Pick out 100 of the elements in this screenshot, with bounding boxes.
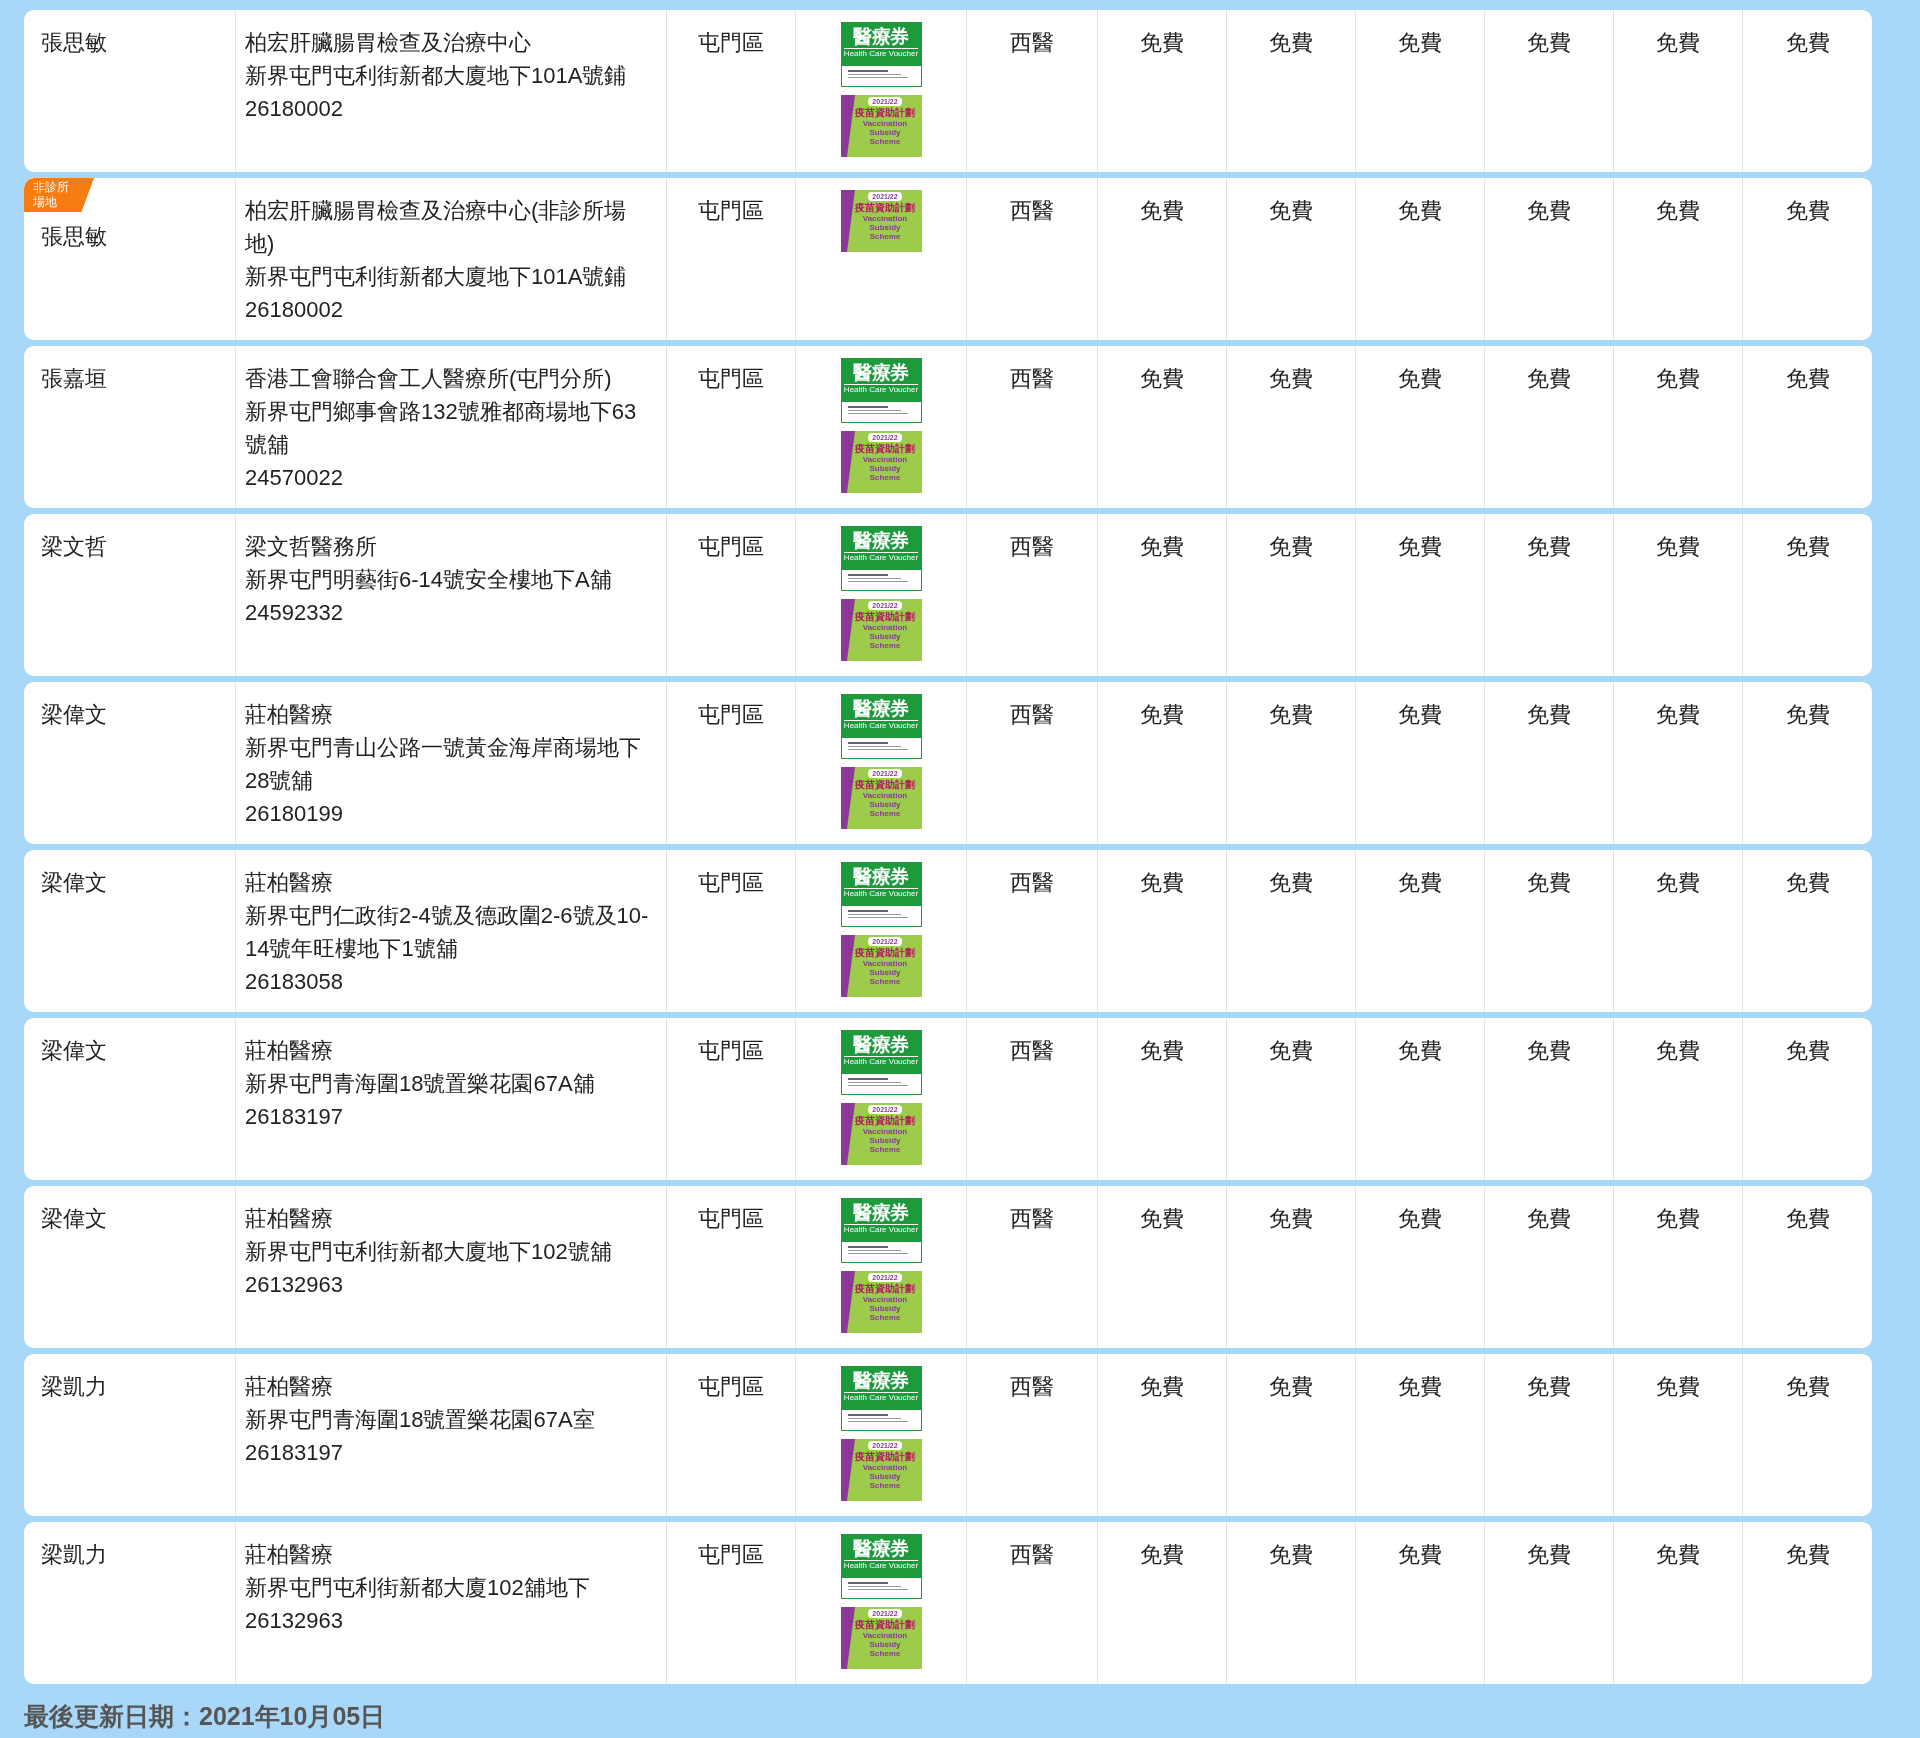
clinic-info: 新界屯門屯利街新都大廈102舖地下 bbox=[245, 1574, 591, 1602]
clinic-info: 新界屯門屯利街新都大廈地下101A號鋪 bbox=[245, 263, 628, 291]
logo-subtitle: Vaccination Subsidy Scheme bbox=[861, 1463, 909, 1490]
logo-title: 醫療券 bbox=[853, 362, 909, 384]
logo-title: 疫苗資助計劃 bbox=[855, 1114, 915, 1127]
logo-title: 疫苗資助計劃 bbox=[855, 1618, 915, 1631]
table-cell-text: 免費 bbox=[1656, 869, 1700, 897]
clinic-info: 26180199 bbox=[245, 800, 344, 828]
logo-subtitle: Vaccination Subsidy Scheme bbox=[861, 1631, 909, 1658]
table-cell-text: 免費 bbox=[1269, 1205, 1313, 1233]
table-cell-text: 免費 bbox=[1785, 701, 1830, 729]
district: 屯門區 bbox=[698, 1541, 764, 1569]
clinic-info: 24592332 bbox=[245, 599, 344, 627]
clinic-info: 莊柏醫療 bbox=[245, 701, 334, 729]
clinic-info: 新界屯門鄉事會路132號雅都商場地下63號舖 bbox=[245, 398, 638, 459]
logo-title: 疫苗資助計劃 bbox=[855, 442, 915, 455]
logo-subtitle: Vaccination Subsidy Scheme bbox=[861, 1127, 909, 1154]
clinic-info: 26180002 bbox=[245, 296, 344, 324]
table-cell-text: 西醫 bbox=[1010, 29, 1054, 57]
table-cell-text: 免費 bbox=[1140, 1541, 1184, 1569]
logo-title: 疫苗資助計劃 bbox=[855, 946, 915, 959]
district: 屯門區 bbox=[698, 1373, 764, 1401]
logo-subtitle: Health Care Voucher bbox=[843, 1560, 919, 1571]
table-cell-text: 免費 bbox=[1656, 1037, 1700, 1065]
table-cell-text: 免費 bbox=[1398, 1373, 1442, 1401]
clinic-info: 26183058 bbox=[245, 968, 344, 996]
logo-title: 疫苗資助計劃 bbox=[855, 1450, 915, 1463]
logo-subtitle: Health Care Voucher bbox=[843, 1056, 919, 1067]
logo-subtitle: Health Care Voucher bbox=[843, 720, 919, 731]
table-cell-text: 免費 bbox=[1140, 533, 1184, 561]
table-cell-text: 西醫 bbox=[1010, 1541, 1054, 1569]
clinic-info: 香港工會聯合會工人醫療所(屯門分所) bbox=[245, 365, 613, 393]
table-cell-text: 免費 bbox=[1656, 197, 1700, 225]
table-cell-text: 免費 bbox=[1398, 1541, 1442, 1569]
table-cell-text: 免費 bbox=[1785, 533, 1830, 561]
logo-subtitle: Vaccination Subsidy Scheme bbox=[861, 119, 909, 146]
logo-subtitle: Vaccination Subsidy Scheme bbox=[861, 959, 909, 986]
logo-subtitle: Health Care Voucher bbox=[843, 1392, 919, 1403]
clinic-info: 新界屯門青山公路一號黃金海岸商場地下28號舖 bbox=[245, 734, 642, 795]
logo-title: 疫苗資助計劃 bbox=[855, 778, 915, 791]
table-cell-text: 免費 bbox=[1527, 1205, 1571, 1233]
logo-title: 醫療券 bbox=[853, 698, 909, 720]
table-cell-text: 西醫 bbox=[1010, 1205, 1054, 1233]
district: 屯門區 bbox=[698, 869, 764, 897]
table-cell-text: 免費 bbox=[1398, 701, 1442, 729]
logo-subtitle: Health Care Voucher bbox=[843, 384, 919, 395]
logo-title: 醫療券 bbox=[853, 1370, 909, 1392]
clinic-info: 26183197 bbox=[245, 1439, 344, 1467]
clinic-info: 26132963 bbox=[245, 1607, 344, 1635]
doctor-name: 梁凱力 bbox=[40, 1541, 108, 1569]
table-cell-text: 免費 bbox=[1269, 701, 1313, 729]
table-cell-text: 免費 bbox=[1140, 869, 1184, 897]
clinic-info: 新界屯門屯利街新都大廈地下101A號鋪 bbox=[245, 62, 628, 90]
logo-title: 疫苗資助計劃 bbox=[855, 610, 915, 623]
doctor-name: 梁偉文 bbox=[40, 869, 108, 897]
table-cell-text: 免費 bbox=[1527, 29, 1571, 57]
table-cell-text: 免費 bbox=[1398, 1205, 1442, 1233]
logo-title: 疫苗資助計劃 bbox=[855, 201, 915, 214]
table-cell-text: 免費 bbox=[1398, 1037, 1442, 1065]
logo-title: 疫苗資助計劃 bbox=[855, 106, 915, 119]
table-cell-text: 免費 bbox=[1140, 1037, 1184, 1065]
table-cell-text: 免費 bbox=[1656, 1541, 1700, 1569]
district: 屯門區 bbox=[698, 1037, 764, 1065]
clinic-info: 新界屯門青海圍18號置樂花園67A室 bbox=[245, 1406, 596, 1434]
table-cell-text: 免費 bbox=[1398, 365, 1442, 393]
clinic-info: 莊柏醫療 bbox=[245, 1205, 334, 1233]
logo-title: 醫療券 bbox=[853, 1202, 909, 1224]
table-cell-text: 免費 bbox=[1398, 533, 1442, 561]
logo-subtitle: Vaccination Subsidy Scheme bbox=[861, 791, 909, 818]
logo-title: 醫療券 bbox=[853, 866, 909, 888]
clinic-info: 莊柏醫療 bbox=[245, 1373, 334, 1401]
clinic-info: 莊柏醫療 bbox=[245, 869, 334, 897]
table-cell-text: 免費 bbox=[1527, 365, 1571, 393]
table-cell-text: 免費 bbox=[1527, 1037, 1571, 1065]
clinic-info: 新界屯門仁政街2-4號及德政圍2-6號及10-14號年旺樓地下1號舖 bbox=[245, 902, 650, 963]
table-cell-text: 免費 bbox=[1269, 869, 1313, 897]
logo-title: 醫療券 bbox=[853, 530, 909, 552]
table-cell-text: 西醫 bbox=[1010, 197, 1054, 225]
logo-subtitle: Health Care Voucher bbox=[843, 552, 919, 563]
logo-title: 醫療券 bbox=[853, 26, 909, 48]
table-cell-text: 免費 bbox=[1269, 533, 1313, 561]
table-cell-text: 免費 bbox=[1269, 197, 1313, 225]
table-cell-text: 免費 bbox=[1656, 533, 1700, 561]
doctor-name: 張思敏 bbox=[40, 223, 108, 251]
table-cell-text: 免費 bbox=[1140, 1205, 1184, 1233]
table-cell-text: 免費 bbox=[1140, 197, 1184, 225]
logo-subtitle: Vaccination Subsidy Scheme bbox=[861, 623, 909, 650]
last-updated: 最後更新日期：2021年10月05日 bbox=[24, 1701, 387, 1732]
district: 屯門區 bbox=[698, 197, 764, 225]
district: 屯門區 bbox=[698, 1205, 764, 1233]
clinic-info: 莊柏醫療 bbox=[245, 1541, 334, 1569]
clinic-info: 莊柏醫療 bbox=[245, 1037, 334, 1065]
table-cell-text: 免費 bbox=[1398, 869, 1442, 897]
doctor-name: 梁凱力 bbox=[40, 1373, 108, 1401]
district: 屯門區 bbox=[698, 29, 764, 57]
clinic-info: 26183197 bbox=[245, 1103, 344, 1131]
table-cell-text: 免費 bbox=[1527, 869, 1571, 897]
table-cell-text: 免費 bbox=[1527, 197, 1571, 225]
clinic-info: 26180002 bbox=[245, 95, 344, 123]
table-cell-text: 免費 bbox=[1785, 1373, 1830, 1401]
